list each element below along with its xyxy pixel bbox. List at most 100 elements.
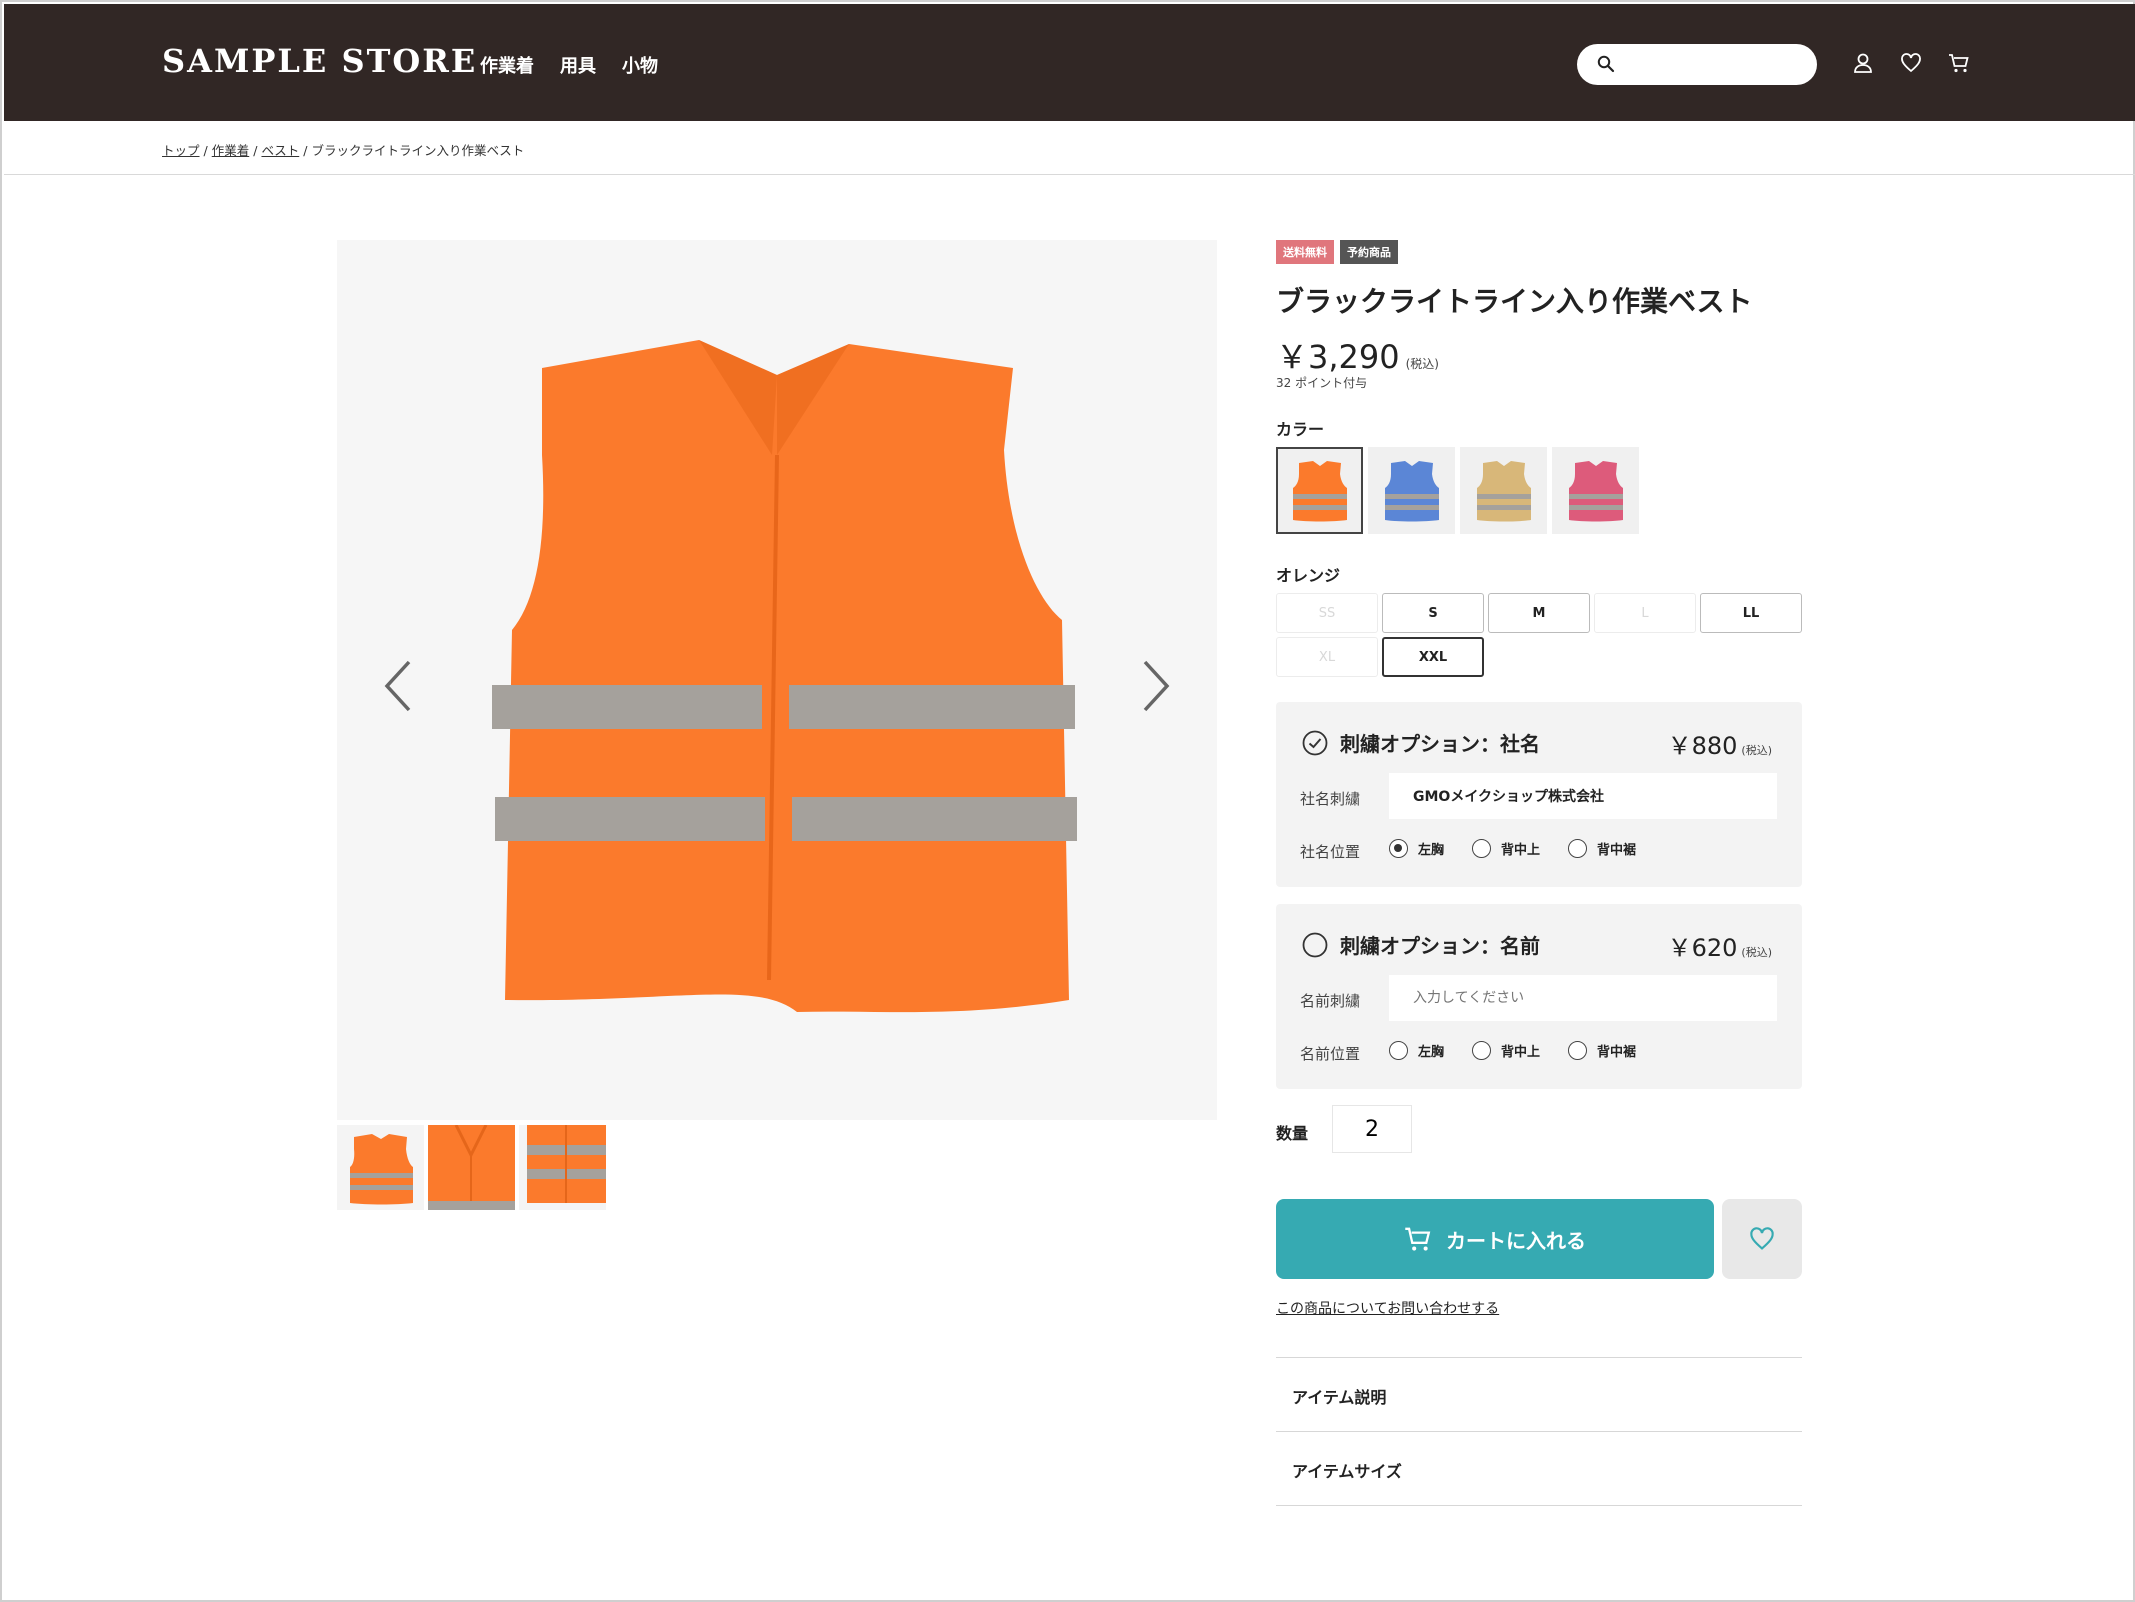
accordion-divider	[1276, 1505, 1802, 1506]
size-xxl[interactable]: XXL	[1382, 637, 1484, 677]
radio-circle	[1389, 839, 1408, 858]
radio-circle	[1472, 1041, 1492, 1060]
points-note: 32 ポイント付与	[1276, 376, 1368, 390]
radio-circle	[1568, 1041, 1588, 1060]
option-price-value: ￥880	[1667, 732, 1738, 760]
heart-icon[interactable]	[1900, 52, 1922, 74]
radio-upper-back[interactable]: 背中上	[1472, 1041, 1540, 1060]
radio-left-chest[interactable]: 左胸	[1389, 1041, 1444, 1060]
embroidery-option-company: 刺繍オプション：社名 ￥880(税込) 社名刺繍 社名位置 左胸 背中上 背中裾	[1276, 702, 1802, 887]
search-icon	[1597, 55, 1615, 73]
main-nav: 作業着 用具 小物	[480, 52, 658, 78]
size-m[interactable]: M	[1488, 593, 1590, 633]
option-price: ￥880 (税込)	[1668, 726, 1772, 761]
page-frame: SAMPLE STORE 作業着 用具 小物 トップ / 作業着 / ベスト /…	[0, 0, 2135, 1602]
store-logo[interactable]: SAMPLE STORE	[162, 42, 477, 80]
product-price: ￥3,290 (税込)	[1276, 332, 1439, 378]
size-s[interactable]: S	[1382, 593, 1484, 633]
company-position-radios: 左胸 背中上 背中裾	[1389, 839, 1636, 858]
radio-label: 左胸	[1418, 843, 1445, 858]
radio-circle	[1389, 1041, 1408, 1060]
radio-upper-back[interactable]: 背中上	[1472, 839, 1540, 858]
company-name-input[interactable]	[1389, 773, 1777, 819]
size-selector: SS S M L LL XL XXL	[1276, 593, 1806, 677]
option-header[interactable]: 刺繍オプション：社名	[1302, 728, 1540, 757]
radio-back-hem[interactable]: 背中裾	[1568, 1041, 1636, 1060]
nav-item-accessories[interactable]: 小物	[622, 52, 658, 78]
account-icon[interactable]	[1852, 52, 1874, 74]
breadcrumb-vest[interactable]: ベスト	[261, 143, 299, 158]
free-shipping-badge: 送料無料	[1276, 240, 1334, 264]
header-icons	[1852, 52, 1970, 74]
breadcrumb-top[interactable]: トップ	[162, 143, 200, 158]
name-position-radios: 左胸 背中上 背中裾	[1389, 1041, 1636, 1060]
color-swatch-orange[interactable]	[1276, 447, 1363, 534]
nav-item-tools[interactable]: 用具	[560, 52, 596, 78]
price-value: ￥3,290	[1276, 338, 1400, 376]
option-tax-note: (税込)	[1741, 744, 1772, 757]
name-position-label: 名前位置	[1300, 1045, 1361, 1063]
next-image-arrow[interactable]	[1133, 658, 1177, 714]
accordion-label: アイテム説明	[1292, 1388, 1387, 1407]
accordion-item-description[interactable]: アイテム説明	[1276, 1357, 1802, 1431]
radio-circle	[1568, 839, 1588, 858]
preorder-badge: 予約商品	[1340, 240, 1398, 264]
cart-icon[interactable]	[1948, 52, 1970, 74]
size-xl: XL	[1276, 637, 1378, 677]
thumbnail-2[interactable]	[428, 1125, 515, 1210]
price-tax-note: (税込)	[1405, 357, 1439, 371]
radio-label: 背中上	[1501, 1045, 1541, 1060]
unchecked-circle-icon	[1302, 932, 1328, 957]
breadcrumb: トップ / 作業着 / ベスト / ブラックライトライン入り作業ベスト	[162, 143, 525, 158]
name-field-label: 名前刺繍	[1300, 992, 1361, 1010]
radio-left-chest[interactable]: 左胸	[1389, 839, 1444, 858]
option-price-value: ￥620	[1667, 934, 1738, 962]
add-to-cart-button[interactable]: カートに入れる	[1276, 1199, 1714, 1279]
breadcrumb-current: ブラックライトライン入り作業ベスト	[311, 143, 525, 158]
option-tax-note: (税込)	[1741, 946, 1772, 959]
company-field-label: 社名刺繍	[1300, 790, 1361, 808]
thumbnail-1[interactable]	[337, 1125, 424, 1210]
add-to-favorites-button[interactable]	[1722, 1199, 1802, 1279]
search-input[interactable]	[1625, 50, 1805, 79]
product-main-image	[337, 240, 1217, 1120]
size-ll[interactable]: LL	[1700, 593, 1802, 633]
color-swatch-beige[interactable]	[1460, 447, 1547, 534]
check-circle-icon	[1302, 730, 1328, 755]
embroidery-option-name: 刺繍オプション：名前 ￥620(税込) 名前刺繍 名前位置 左胸 背中上 背中裾	[1276, 904, 1802, 1089]
radio-label: 背中上	[1501, 843, 1541, 858]
product-inquiry-link[interactable]: この商品についてお問い合わせする	[1276, 1298, 1499, 1318]
vest-image	[492, 340, 1077, 1013]
search-box[interactable]	[1577, 44, 1817, 85]
quantity-input[interactable]	[1332, 1105, 1412, 1153]
color-swatches	[1276, 447, 1639, 534]
color-label: カラー	[1276, 420, 1325, 439]
breadcrumb-workwear[interactable]: 作業着	[212, 143, 250, 158]
thumbnail-3[interactable]	[519, 1125, 606, 1210]
radio-label: 背中裾	[1597, 843, 1637, 858]
thumbnail-strip	[337, 1125, 606, 1210]
accordion-item-size[interactable]: アイテムサイズ	[1276, 1431, 1802, 1505]
company-position-label: 社名位置	[1300, 843, 1361, 861]
radio-back-hem[interactable]: 背中裾	[1568, 839, 1636, 858]
product-badges: 送料無料 予約商品	[1276, 240, 1398, 264]
size-ss: SS	[1276, 593, 1378, 633]
option-price: ￥620 (税込)	[1668, 928, 1772, 963]
site-header: SAMPLE STORE 作業着 用具 小物	[4, 4, 2135, 121]
option-header[interactable]: 刺繍オプション：名前	[1302, 930, 1540, 959]
radio-label: 左胸	[1418, 1045, 1445, 1060]
accordion-label: アイテムサイズ	[1292, 1462, 1402, 1481]
cart-icon	[1405, 1227, 1431, 1251]
radio-label: 背中裾	[1597, 1045, 1637, 1060]
size-l: L	[1594, 593, 1696, 633]
radio-circle	[1472, 839, 1492, 858]
nav-item-workwear[interactable]: 作業着	[480, 52, 534, 78]
color-swatch-pink[interactable]	[1552, 447, 1639, 534]
breadcrumb-divider	[4, 174, 2135, 175]
quantity-label: 数量	[1276, 1124, 1309, 1143]
product-title: ブラックライトライン入り作業ベスト	[1276, 285, 1753, 318]
prev-image-arrow[interactable]	[377, 658, 421, 714]
color-swatch-blue[interactable]	[1368, 447, 1455, 534]
name-input[interactable]	[1389, 975, 1777, 1021]
option-title: 刺繍オプション：名前	[1340, 934, 1540, 958]
